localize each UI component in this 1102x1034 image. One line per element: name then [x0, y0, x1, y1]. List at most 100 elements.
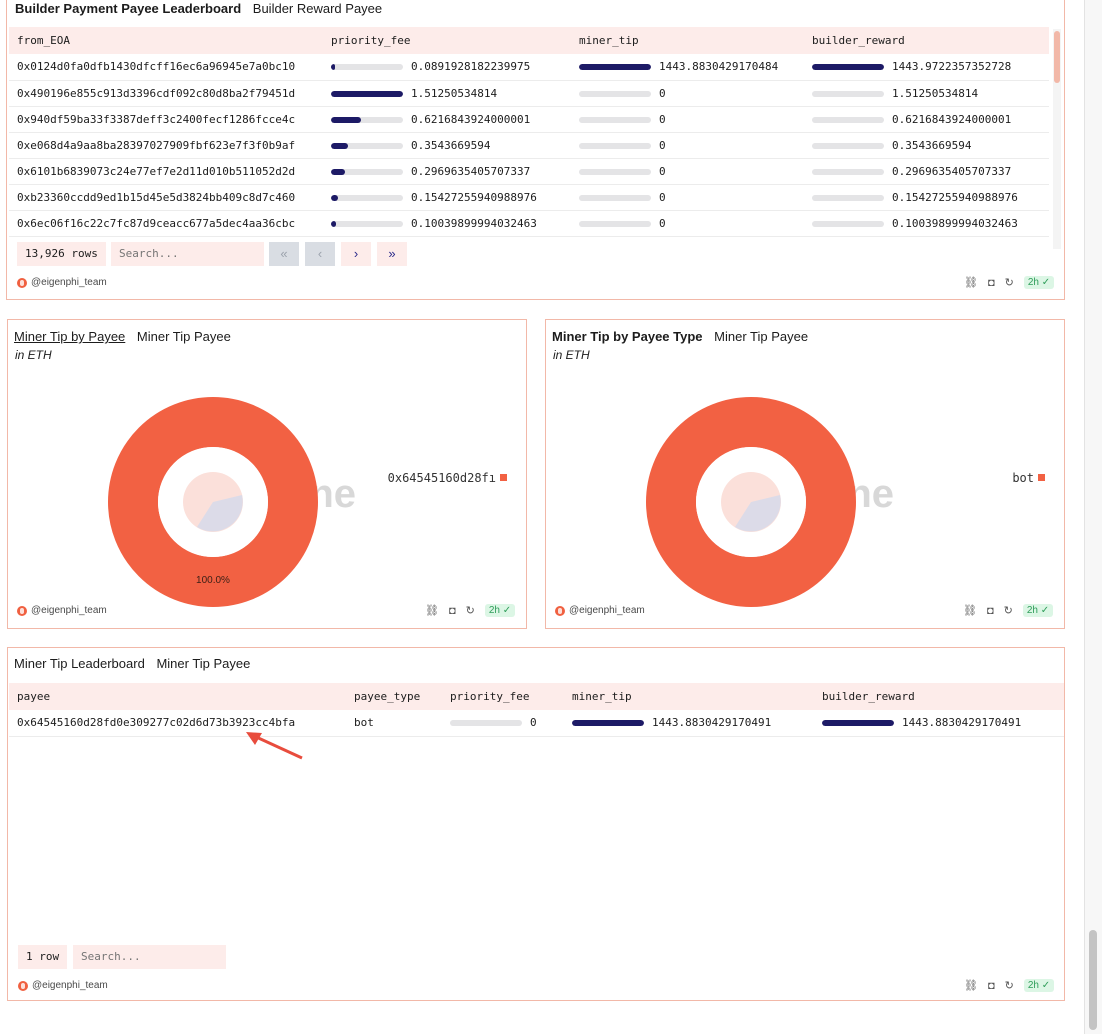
cell-from-eoa: 0x490196e855c913d3396cdf092c80d8ba2f7945… — [9, 80, 323, 107]
panel-actions: ⛓ ◘ ↻ 2h ✓ — [964, 276, 1055, 289]
col-miner-tip[interactable]: miner_tip — [564, 683, 814, 710]
cell-value: 1443.8830429170491 — [652, 716, 772, 730]
panel-subtitle[interactable]: Miner Tip Payee — [714, 329, 808, 344]
link-icon[interactable]: ⛓ — [964, 979, 978, 992]
author-link[interactable]: @eigenphi_team — [31, 277, 107, 288]
col-builder-reward[interactable]: builder_reward — [814, 683, 1064, 710]
right-chart-footer: @eigenphi_team — [555, 605, 645, 616]
prev-page-button[interactable]: ‹ — [305, 242, 335, 266]
author-link[interactable]: @eigenphi_team — [31, 605, 107, 616]
value-bar — [579, 168, 651, 175]
panel-footer: @eigenphi_team — [18, 980, 108, 991]
panel-subtitle[interactable]: Miner Tip Payee — [137, 329, 231, 344]
value-bar — [331, 194, 403, 201]
table-row[interactable]: 0xe068d4a9aa8ba28397027909fbf623e7f3f0b9… — [9, 132, 1049, 159]
panel-header: Miner Tip by Payee Type Miner Tip Payee — [552, 329, 808, 344]
page-scrollbar[interactable] — [1084, 0, 1102, 1034]
cell-value: 0 — [659, 190, 666, 204]
camera-icon[interactable]: ◘ — [988, 980, 995, 992]
search-input[interactable] — [73, 945, 226, 969]
camera-icon[interactable]: ◘ — [987, 605, 994, 617]
panel-title: Builder Payment Payee Leaderboard — [15, 1, 242, 16]
legend-swatch[interactable] — [500, 474, 507, 481]
col-payee[interactable]: payee — [9, 683, 346, 710]
next-page-button[interactable]: › — [341, 242, 371, 266]
author-link[interactable]: @eigenphi_team — [569, 605, 645, 616]
value-bar — [812, 168, 884, 175]
freshness-badge: 2h ✓ — [484, 604, 516, 617]
cell-value: 1443.9722357352728 — [892, 60, 1012, 74]
legend-label[interactable]: bot — [1012, 471, 1034, 485]
cell-value: 1.51250534814 — [411, 86, 498, 100]
cell-value: 0.0891928182239975 — [411, 60, 531, 74]
link-icon[interactable]: ⛓ — [964, 276, 978, 289]
table-row[interactable]: 0x64545160d28fd0e309277c02d6d73b3923cc4b… — [9, 710, 1064, 737]
left-chart-actions: ⛓ ◘ ↻ 2h ✓ — [425, 604, 516, 617]
panel-title: Miner Tip Leaderboard — [14, 656, 145, 671]
refresh-icon[interactable]: ↻ — [466, 604, 475, 617]
col-from-eoa[interactable]: from_EOA — [9, 27, 323, 54]
value-bar-fill — [331, 168, 346, 175]
cell-from-eoa: 0xb23360ccdd9ed1b15d45e5d3824bb409c8d7c4… — [9, 184, 323, 211]
value-bar — [572, 720, 644, 727]
table-row[interactable]: 0x940df59ba33f3387deff3c2400fecf1286fcce… — [9, 106, 1049, 133]
last-page-button[interactable]: » — [377, 242, 407, 266]
cell-from-eoa: 0x940df59ba33f3387deff3c2400fecf1286fcce… — [9, 106, 323, 133]
author-link[interactable]: @eigenphi_team — [32, 980, 108, 991]
refresh-icon[interactable]: ↻ — [1005, 979, 1014, 992]
legend-swatch[interactable] — [1038, 474, 1045, 481]
cell-value: 0 — [659, 216, 666, 230]
refresh-icon[interactable]: ↻ — [1004, 604, 1013, 617]
camera-icon[interactable]: ◘ — [449, 605, 456, 617]
cell-value: 0.6216843924000001 — [892, 112, 1012, 126]
value-bar — [331, 168, 403, 175]
value-bar — [331, 116, 403, 123]
builder-payment-panel: Builder Payment Payee Leaderboard Builde… — [6, 0, 1065, 300]
legend-label[interactable]: 0x64545160d28fı — [388, 471, 496, 485]
cell-value: 0.10039899994032463 — [411, 216, 537, 230]
link-icon[interactable]: ⛓ — [963, 604, 977, 617]
page-scrollbar-thumb[interactable] — [1089, 930, 1097, 1030]
table-header-row: from_EOA priority_fee miner_tip builder_… — [9, 27, 1049, 54]
freshness-badge: 2h ✓ — [1023, 979, 1055, 992]
col-priority-fee[interactable]: priority_fee — [442, 683, 564, 710]
table-header-row: payee payee_type priority_fee miner_tip … — [9, 683, 1064, 710]
value-bar — [331, 142, 403, 149]
dune-logo-icon — [555, 605, 565, 616]
link-icon[interactable]: ⛓ — [425, 604, 439, 617]
scrollbar-thumb[interactable] — [1054, 31, 1060, 83]
panel-title[interactable]: Miner Tip by Payee Type — [552, 329, 703, 344]
table-scrollbar[interactable] — [1053, 29, 1061, 249]
panel-title[interactable]: Miner Tip by Payee — [14, 329, 125, 344]
value-bar-fill — [331, 64, 336, 71]
annotation-arrow — [246, 732, 303, 760]
cell-value: 0.2969635405707337 — [892, 164, 1012, 178]
col-priority-fee[interactable]: priority_fee — [323, 27, 571, 54]
col-miner-tip[interactable]: miner_tip — [571, 27, 804, 54]
table-row[interactable]: 0x0124d0fa0dfb1430dfcff16ec6a96945e7a0bc… — [9, 54, 1049, 81]
search-input[interactable] — [111, 242, 264, 266]
first-page-button[interactable]: « — [269, 242, 299, 266]
miner-tip-by-payee-type-panel: Miner Tip by Payee Type Miner Tip Payee … — [545, 319, 1065, 629]
panel-subtitle[interactable]: Miner Tip Payee — [156, 656, 250, 671]
table-row[interactable]: 0x6ec06f16c22c7fc87d9ceacc677a5dec4aa36c… — [9, 210, 1049, 237]
table-row[interactable]: 0x6101b6839073c24e77ef7e2d11d010b511052d… — [9, 158, 1049, 185]
refresh-icon[interactable]: ↻ — [1005, 276, 1014, 289]
panel-header: Builder Payment Payee Leaderboard Builde… — [15, 1, 382, 16]
col-payee-type[interactable]: payee_type — [346, 683, 442, 710]
table-row[interactable]: 0xb23360ccdd9ed1b15d45e5d3824bb409c8d7c4… — [9, 184, 1049, 211]
panel-subtitle[interactable]: Builder Reward Payee — [253, 1, 382, 16]
col-builder-reward[interactable]: builder_reward — [804, 27, 1049, 54]
dune-logo-icon — [17, 277, 27, 288]
value-bar-fill — [331, 90, 403, 97]
miner-tip-leaderboard-panel: Miner Tip Leaderboard Miner Tip Payee pa… — [7, 647, 1065, 1001]
camera-icon[interactable]: ◘ — [988, 277, 995, 289]
table-row[interactable]: 0x490196e855c913d3396cdf092c80d8ba2f7945… — [9, 80, 1049, 107]
value-bar — [822, 720, 894, 727]
value-bar — [812, 64, 884, 71]
cell-value: 1443.8830429170484 — [659, 60, 779, 74]
value-bar-fill — [331, 142, 348, 149]
cell-value: 0 — [659, 164, 666, 178]
cell-value: 0.3543669594 — [892, 138, 972, 152]
dune-logo-icon — [17, 605, 27, 616]
